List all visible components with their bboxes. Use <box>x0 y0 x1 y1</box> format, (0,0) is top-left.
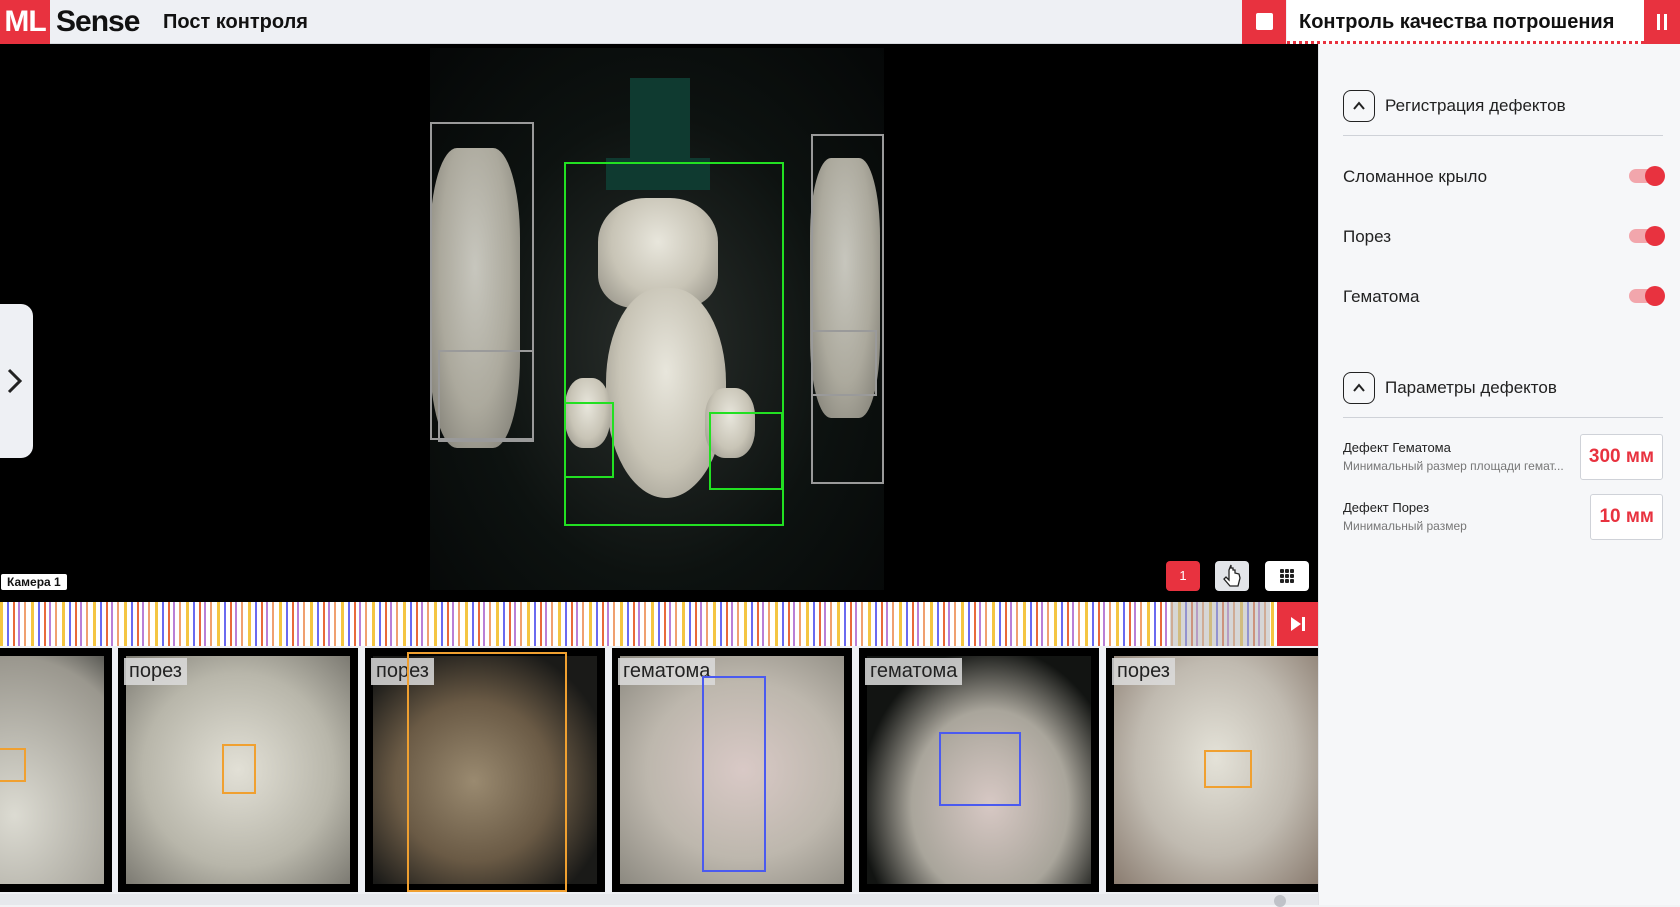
grid-view-button[interactable] <box>1265 561 1309 591</box>
detection-box-wing <box>564 402 614 478</box>
defect-label: гематома <box>618 658 716 685</box>
toggle-row-broken-wing: Сломанное крыло <box>1343 162 1665 192</box>
hand-pointer-icon <box>1223 564 1241 587</box>
detection-box-grey <box>811 330 877 396</box>
chevron-right-icon <box>7 368 23 394</box>
defect-label: порез <box>124 658 187 685</box>
defect-box <box>702 676 766 872</box>
toggle-row-hematoma: Гематома <box>1343 282 1665 312</box>
thumbnail-card[interactable]: гематома <box>612 648 852 892</box>
events-timeline[interactable] <box>0 602 1318 646</box>
thumbnail-card[interactable]: гематома <box>859 648 1099 892</box>
thumbnail-card[interactable]: порез <box>365 648 605 892</box>
stop-icon <box>1256 13 1273 30</box>
defect-label: порез <box>1112 658 1175 685</box>
collapse-parameters-button[interactable] <box>1343 372 1375 404</box>
thumbnail-card[interactable] <box>0 648 112 892</box>
grid-icon <box>1280 569 1294 583</box>
toggle-label: Гематома <box>1343 287 1420 306</box>
skip-to-end-button[interactable] <box>1277 602 1318 646</box>
param-title: Дефект Порез <box>1343 500 1430 515</box>
view-single-button[interactable]: 1 <box>1166 561 1200 591</box>
settings-panel: Регистрация дефектов Сломанное крыло Пор… <box>1318 44 1680 905</box>
detection-box-wing <box>709 412 783 490</box>
param-cut: Дефект Порез Минимальный размер 10 мм <box>1343 494 1663 542</box>
pause-button[interactable] <box>1644 0 1680 44</box>
hematoma-toggle[interactable] <box>1629 286 1665 306</box>
defect-box <box>1204 750 1252 788</box>
hematoma-size-input[interactable]: 300 мм <box>1579 434 1663 480</box>
toggle-knob <box>1645 166 1665 186</box>
skip-forward-icon <box>1291 617 1305 631</box>
defect-label: гематома <box>865 658 963 685</box>
param-subtitle: Минимальный размер площади гемат... <box>1343 459 1564 473</box>
broken-wing-toggle[interactable] <box>1629 166 1665 186</box>
defect-box <box>407 652 567 892</box>
page-title: Пост контроля <box>163 11 308 33</box>
pointer-mode-button[interactable] <box>1215 561 1249 591</box>
defect-box <box>939 732 1021 806</box>
toggle-label: Сломанное крыло <box>1343 167 1488 186</box>
detection-box-grey <box>438 350 534 442</box>
section-registration: Регистрация дефектов <box>1343 90 1663 136</box>
stop-button[interactable] <box>1242 0 1286 44</box>
section-title: Регистрация дефектов <box>1385 96 1566 115</box>
logo-sense: Sense <box>56 5 140 38</box>
defect-box <box>222 744 256 794</box>
pause-icon-bar <box>1664 14 1667 30</box>
detection-box-grey <box>811 134 884 484</box>
defect-box <box>0 748 26 782</box>
module-title[interactable]: Контроль качества потрошения <box>1287 0 1644 44</box>
logo-ml: ML <box>0 0 50 44</box>
toggle-row-cut: Порез <box>1343 222 1665 252</box>
scrollbar-thumb[interactable] <box>1274 895 1286 907</box>
cut-toggle[interactable] <box>1629 226 1665 246</box>
param-title: Дефект Гематома <box>1343 440 1451 455</box>
chevron-up-icon <box>1353 383 1365 392</box>
section-parameters: Параметры дефектов <box>1343 372 1663 418</box>
defect-thumbnails: порез порез гематома гематома порез <box>0 646 1318 894</box>
cut-size-input[interactable]: 10 мм <box>1590 494 1663 540</box>
toggle-knob <box>1645 226 1665 246</box>
top-bar: ML Sense Пост контроля Контроль качества… <box>0 0 1680 44</box>
expand-sidebar-handle[interactable] <box>0 304 33 458</box>
thumbnails-scrollbar[interactable] <box>0 894 1318 907</box>
camera-frame <box>430 48 884 590</box>
chevron-up-icon <box>1353 101 1365 110</box>
param-subtitle: Минимальный размер <box>1343 519 1467 533</box>
param-hematoma: Дефект Гематома Минимальный размер площа… <box>1343 434 1663 482</box>
camera-viewer: Камера 1 1 <box>0 44 1318 602</box>
timeline-cursor[interactable] <box>1170 602 1270 646</box>
thumbnail-card[interactable]: порез <box>1106 648 1318 892</box>
pause-icon <box>1657 14 1660 30</box>
camera-label: Камера 1 <box>1 574 67 590</box>
toggle-knob <box>1645 286 1665 306</box>
thumbnail-card[interactable]: порез <box>118 648 358 892</box>
toggle-label: Порез <box>1343 227 1392 246</box>
section-title: Параметры дефектов <box>1385 378 1557 397</box>
collapse-registration-button[interactable] <box>1343 90 1375 122</box>
